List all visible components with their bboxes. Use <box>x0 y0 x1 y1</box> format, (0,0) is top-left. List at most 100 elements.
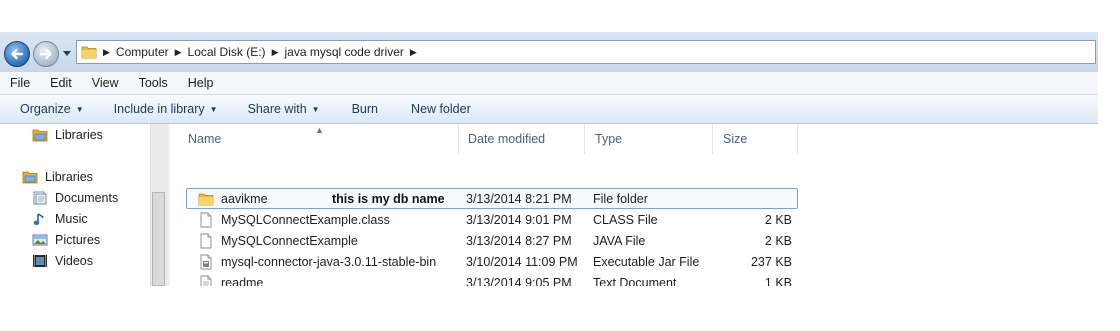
libraries-icon <box>22 171 38 184</box>
size-cell: 2 KB <box>764 212 792 227</box>
type-cell: JAVA File <box>593 233 646 248</box>
forward-arrow-icon <box>39 48 52 60</box>
size-cell: 1 KB <box>764 275 792 287</box>
file-name: MySQLConnectExample.class <box>221 212 390 227</box>
date-modified-cell: 3/13/2014 8:27 PM <box>466 233 572 248</box>
navigation-pane-scroll-thumb[interactable] <box>152 192 165 286</box>
address-bar: ▶ Computer ▶ Local Disk (E:) ▶ java mysq… <box>0 32 1098 72</box>
name-cell: aavikme <box>186 188 268 209</box>
new-folder-button[interactable]: New folder <box>411 102 471 116</box>
breadcrumb-chevron-icon[interactable]: ▶ <box>272 47 279 58</box>
nav-label: Libraries <box>45 170 93 184</box>
burn-label: Burn <box>351 102 378 116</box>
column-header-label: Name <box>188 132 222 146</box>
breadcrumb-computer[interactable]: Computer <box>116 45 169 59</box>
breadcrumb-chevron-icon[interactable]: ▶ <box>410 47 417 58</box>
file-name: mysql-connector-java-3.0.11-stable-bin <box>221 254 437 269</box>
type-cell: Executable Jar File <box>593 254 700 269</box>
breadcrumb: ▶ Computer ▶ Local Disk (E:) ▶ java mysq… <box>103 41 417 63</box>
organize-button[interactable]: Organize ▼ <box>20 102 84 116</box>
column-header-label: Type <box>595 132 623 146</box>
size-cell <box>716 188 792 209</box>
nav-item-libraries-top[interactable]: Libraries <box>32 128 103 142</box>
type-cell: File folder <box>593 191 648 206</box>
name-cell: mysql-connector-java-3.0.11-stable-bin <box>186 251 436 272</box>
menu-view[interactable]: View <box>82 76 129 90</box>
breadcrumb-chevron-icon[interactable]: ▶ <box>175 47 182 58</box>
column-header-size[interactable]: Size <box>713 124 798 154</box>
chevron-down-icon: ▼ <box>75 104 84 114</box>
videos-icon <box>33 255 47 267</box>
back-button[interactable] <box>4 41 30 67</box>
file-name: MySQLConnectExample <box>221 233 358 248</box>
libraries-icon <box>32 129 48 142</box>
menu-help[interactable]: Help <box>178 76 224 90</box>
menu-tools[interactable]: Tools <box>129 76 178 90</box>
column-header-type[interactable]: Type <box>585 124 713 154</box>
forward-button[interactable] <box>33 41 59 67</box>
breadcrumb-current-folder[interactable]: java mysql code driver <box>284 45 403 59</box>
share-with-button[interactable]: Share with ▼ <box>248 102 320 116</box>
address-box[interactable]: ▶ Computer ▶ Local Disk (E:) ▶ java mysq… <box>76 40 1096 64</box>
breadcrumb-local-disk[interactable]: Local Disk (E:) <box>188 45 266 59</box>
file-name: aavikme <box>221 191 268 206</box>
documents-icon <box>33 191 47 205</box>
name-cell: MySQLConnectExample <box>186 230 358 251</box>
pictures-icon <box>32 234 48 246</box>
menu-edit[interactable]: Edit <box>40 76 82 90</box>
share-with-label: Share with <box>247 102 307 116</box>
name-cell: MySQLConnectExample.class <box>186 209 390 230</box>
column-header-label: Date modified <box>468 132 546 146</box>
file-icon <box>200 212 212 227</box>
date-modified-cell: 3/13/2014 9:05 PM <box>466 275 572 287</box>
nav-item-libraries[interactable]: Libraries <box>22 170 93 184</box>
back-arrow-icon <box>11 48 24 60</box>
type-cell: CLASS File <box>593 212 658 227</box>
organize-label: Organize <box>20 102 71 116</box>
name-cell: readme <box>186 272 263 286</box>
command-bar: Organize ▼ Include in library ▼ Share wi… <box>0 95 1098 124</box>
folder-icon <box>198 193 214 205</box>
date-modified-cell: 3/13/2014 9:01 PM <box>466 212 572 227</box>
new-folder-label: New folder <box>410 102 471 116</box>
table-row[interactable]: MySQLConnectExample.class 3/13/2014 9:01… <box>186 209 798 230</box>
music-icon <box>33 213 44 225</box>
table-row[interactable]: aavikme this is my db name 3/13/2014 8:2… <box>186 188 798 209</box>
menu-bar: File Edit View Tools Help <box>0 72 1098 95</box>
jar-file-icon <box>200 254 212 269</box>
chevron-down-icon: ▼ <box>311 104 320 114</box>
nav-label: Libraries <box>55 128 103 142</box>
burn-button[interactable]: Burn <box>352 102 378 116</box>
annotation-text: this is my db name <box>332 191 445 206</box>
file-name: readme <box>221 275 264 287</box>
date-modified-cell: 3/10/2014 11:09 PM <box>466 254 578 269</box>
nav-label: Pictures <box>55 233 101 247</box>
menu-file[interactable]: File <box>0 76 40 90</box>
chevron-down-icon: ▼ <box>209 104 218 114</box>
nav-item-music[interactable]: Music <box>32 212 88 226</box>
date-modified-cell: 3/13/2014 8:21 PM <box>466 191 572 206</box>
nav-item-videos[interactable]: Videos <box>32 254 93 268</box>
size-cell: 2 KB <box>764 233 792 248</box>
breadcrumb-chevron-icon[interactable]: ▶ <box>103 47 110 58</box>
nav-item-documents[interactable]: Documents <box>32 191 118 205</box>
nav-item-pictures[interactable]: Pictures <box>32 233 100 247</box>
nav-label: Documents <box>55 191 119 205</box>
size-cell: 237 KB <box>750 254 792 269</box>
include-in-library-label: Include in library <box>113 102 205 116</box>
folder-icon <box>81 46 97 59</box>
recent-pages-dropdown-icon[interactable] <box>62 50 72 58</box>
text-file-icon <box>200 275 212 286</box>
file-list: Name ▲ Date modified Type Size aavikme t… <box>170 124 1098 286</box>
column-header-label: Size <box>723 132 748 146</box>
include-in-library-button[interactable]: Include in library ▼ <box>114 102 218 116</box>
sort-ascending-icon: ▲ <box>315 125 324 135</box>
table-row[interactable]: mysql-connector-java-3.0.11-stable-bin 3… <box>186 251 798 272</box>
table-row[interactable]: readme 3/13/2014 9:05 PM Text Document 1… <box>186 272 798 286</box>
file-icon <box>200 233 212 248</box>
explorer-window: ▶ Computer ▶ Local Disk (E:) ▶ java mysq… <box>0 32 1098 286</box>
nav-label: Videos <box>55 254 93 268</box>
type-cell: Text Document <box>593 275 677 287</box>
column-header-date-modified[interactable]: Date modified <box>458 124 585 154</box>
table-row[interactable]: MySQLConnectExample 3/13/2014 8:27 PM JA… <box>186 230 798 251</box>
